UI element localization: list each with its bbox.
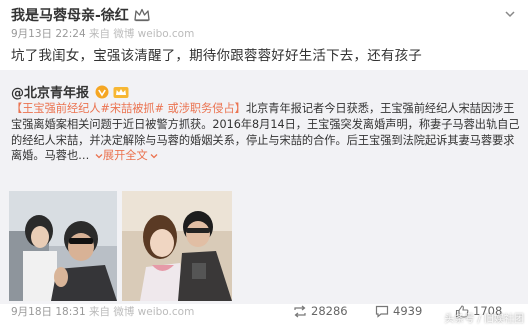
chevron-down-icon[interactable] [502,6,518,22]
repost-source[interactable]: 来自 微博 weibo.com [89,306,194,318]
repost-photo-2[interactable] [122,191,232,301]
repost-count-button[interactable]: 28286 [293,304,348,318]
repost-timestamp[interactable]: 9月18日 18:31 [11,306,86,318]
comment-count-button[interactable]: 4939 [375,304,422,318]
original-post: 我是马蓉母亲-徐红 9月13日 22:24 来自 微博 weibo.com 坑了… [0,0,528,70]
post-timestamp[interactable]: 9月13日 22:24 [11,28,86,40]
repost-photo-1[interactable] [9,191,117,301]
topic-tag-link[interactable]: 【王宝强前经纪人#宋喆被抓# 或涉职务侵占】 [11,102,246,115]
repost-author[interactable]: @北京青年报 [11,82,89,101]
post-author-name[interactable]: 我是马蓉母亲-徐红 [11,5,129,25]
post-author[interactable]: 我是马蓉母亲-徐红 [11,5,150,25]
repost-icon [294,305,306,317]
page-watermark: 头条号 / 旧娱社团 [444,314,524,325]
chevron-down-icon [150,154,158,159]
post-text: 坑了我闺女，宝强该清醒了，期待你跟蓉蓉好好生活下去，还有孩子 [11,48,422,64]
repost-text: 【王宝强前经纪人#宋喆被抓# 或涉职务侵占】北京青年报记者今日获悉，王宝强前经纪… [11,102,520,163]
chevron-down-icon [95,154,103,159]
repost-count: 28286 [311,304,348,318]
crown-icon [134,8,150,22]
repost-author-row: @北京青年报 [11,82,129,101]
post-meta: 9月13日 22:24 来自 微博 weibo.com [11,26,194,41]
comment-count: 4939 [393,304,423,318]
reposted-weibo[interactable]: @北京青年报 【王宝强前经纪人#宋喆被抓# 或涉职务侵占】北京青年报记者今日获悉… [0,70,528,318]
comment-icon [375,305,389,318]
verified-v-icon [95,85,109,98]
repost-meta: 9月18日 18:31 来自 微博 weibo.com [11,304,194,319]
expand-full-text-link[interactable]: 展开全文 [93,149,158,162]
post-source[interactable]: 来自 微博 weibo.com [89,28,194,40]
expand-label[interactable]: 展开全文 [103,149,148,162]
gold-crown-icon [113,86,129,98]
